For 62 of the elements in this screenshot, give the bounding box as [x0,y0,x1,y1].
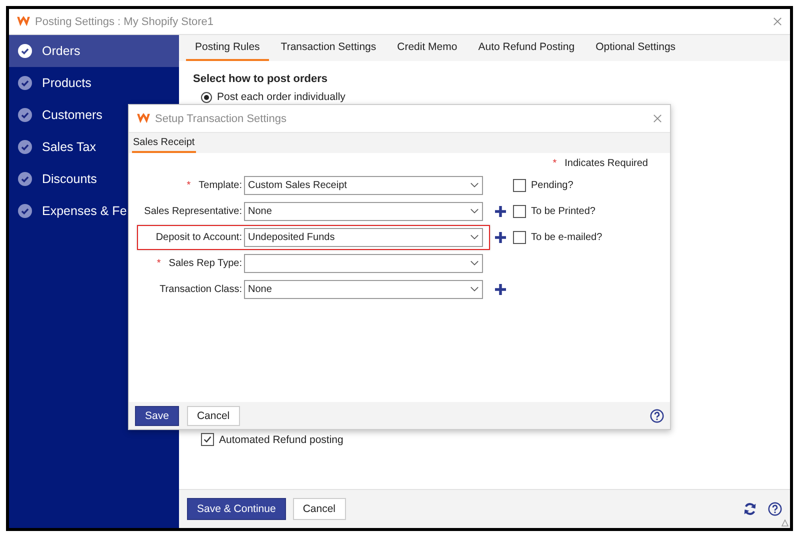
check-circle-icon [18,108,32,122]
checkbox-label: Automated Refund posting [219,434,344,446]
radio-button[interactable] [201,92,212,102]
chevron-icon [470,234,479,240]
checkbox[interactable] [513,230,526,244]
plus-icon[interactable] [494,284,506,294]
field-label: Template: [198,180,242,190]
plus-icon[interactable] [494,232,506,242]
checkbox[interactable] [201,433,214,446]
field-label: Deposit to Account: [156,232,242,242]
check-circle-icon [18,140,32,154]
required-mark: * [552,158,557,169]
dialog-title: Setup Transaction Settings [155,112,286,124]
tab[interactable]: Posting Rules [186,35,269,61]
logo-icon [137,113,150,124]
dropdown-field[interactable]: None [244,202,483,220]
chevron-icon [470,208,479,214]
checkbox-label: Pending? [531,180,574,190]
sidebar-item[interactable]: Products [9,67,179,99]
plus-icon[interactable] [494,206,506,216]
field-label: Sales Rep Type: [168,258,242,268]
section-heading: Select how to post orders [193,73,328,85]
tab[interactable]: Transaction Settings [272,35,386,61]
footer-button[interactable]: Cancel [292,498,346,520]
sidebar-item[interactable]: Discounts [9,163,179,195]
checkbox[interactable] [513,178,526,192]
check-circle-icon [18,172,32,186]
chevron-icon [470,260,479,266]
window-title: Posting Settings : My Shopify Store1 [35,16,214,28]
dialog-button[interactable]: Cancel [186,406,240,426]
help-icon[interactable] [768,502,782,516]
checkbox-label: To be Printed? [531,206,596,216]
close-icon[interactable] [773,17,782,26]
required-note: Indicates Required [564,158,648,169]
footer-button[interactable]: Save & Continue [187,498,286,520]
check-circle-icon [18,204,32,218]
tab[interactable]: Optional Settings [586,35,685,61]
tab[interactable]: Credit Memo [388,35,466,61]
field-label: Sales Representative: [144,206,242,216]
checkbox-label: To be e-mailed? [531,232,602,242]
logo-icon [17,16,30,27]
radio-label: Post each order individually [217,91,346,103]
field-label: Transaction Class: [160,284,242,294]
check-circle-icon [18,44,32,58]
dropdown-field[interactable]: Custom Sales Receipt [244,176,483,194]
checkbox[interactable] [513,204,526,218]
dropdown-field[interactable]: None [244,280,483,298]
resize-grip-icon[interactable] [781,519,789,527]
help-icon[interactable] [650,408,664,422]
dropdown-field[interactable] [244,254,483,272]
sidebar-item[interactable]: Orders [9,35,179,67]
tab[interactable]: Sales Receipt [132,133,196,153]
dropdown-field[interactable]: Undeposited Funds [244,228,483,246]
refresh-icon[interactable] [743,502,757,516]
close-icon[interactable] [653,114,662,123]
chevron-icon [470,182,479,188]
tab[interactable]: Auto Refund Posting [469,35,584,61]
dialog-button[interactable]: Save [135,406,179,426]
chevron-icon [470,286,479,292]
required-mark: * [186,180,191,190]
check-circle-icon [18,76,32,90]
required-mark: * [156,258,161,268]
